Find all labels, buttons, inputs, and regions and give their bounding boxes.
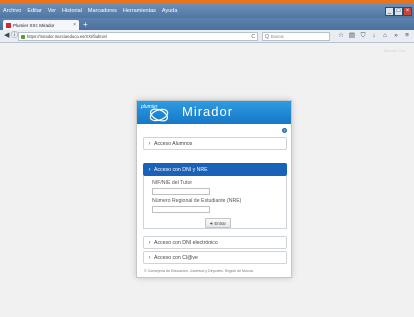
- window-controls: _ □ ×: [385, 7, 412, 16]
- chevron-right-icon: ›: [148, 140, 151, 147]
- accordion-acceso-dni-electronico[interactable]: › Acceso con DNI electrónico: [143, 236, 287, 249]
- browser-tabbar: Plumier XXI: Mirador × +: [0, 18, 414, 30]
- nif-input[interactable]: [152, 188, 210, 195]
- minimize-button[interactable]: _: [385, 7, 394, 16]
- accordion-label: Acceso Alumnos: [154, 140, 193, 147]
- nre-input[interactable]: [152, 206, 210, 213]
- search-placeholder[interactable]: Buscar: [271, 34, 284, 39]
- menu-list: Archivo Editar Ver Historial Marcadores …: [3, 4, 177, 18]
- tab-close-icon[interactable]: ×: [73, 22, 76, 28]
- chevron-right-icon: ›: [148, 239, 151, 246]
- accordion-acceso-alumnos[interactable]: › Acceso Alumnos: [143, 137, 287, 150]
- entrar-button[interactable]: ⎆ Entrar: [205, 218, 231, 228]
- toolbar-icons: ☆ ▤ ⛉ ↓ ⌂ » ≡: [337, 31, 411, 41]
- lock-icon: [21, 34, 25, 39]
- reading-list-icon[interactable]: ▤: [348, 31, 356, 41]
- reload-icon[interactable]: C: [251, 34, 255, 40]
- menu-editar[interactable]: Editar: [27, 8, 41, 14]
- menu-ver[interactable]: Ver: [48, 8, 56, 14]
- tab-mirador[interactable]: Plumier XXI: Mirador ×: [3, 20, 79, 30]
- bookmark-star-icon[interactable]: ☆: [337, 31, 345, 41]
- accordion-acceso-dni-nre[interactable]: › Acceso con DNI y NRE: [143, 163, 287, 176]
- entrar-label: Entrar: [214, 220, 226, 226]
- chevron-right-icon: ›: [148, 254, 151, 261]
- site-info-icon[interactable]: ⓘ: [11, 31, 18, 41]
- copyright-footer: © Consejería de Educación, Juventud y De…: [144, 269, 253, 273]
- browser-navbar: ◀ ⓘ https://mirador.murciaeduca.es/XXI/f…: [0, 30, 414, 43]
- card-header: plumier Mirador: [137, 101, 291, 124]
- menu-marcadores[interactable]: Marcadores: [88, 8, 117, 14]
- chevron-right-icon: ›: [148, 166, 151, 173]
- back-arrow-icon[interactable]: ◀: [4, 31, 9, 41]
- download-icon[interactable]: ↓: [370, 31, 378, 41]
- maximize-button[interactable]: □: [394, 7, 403, 16]
- new-tab-button[interactable]: +: [83, 20, 88, 29]
- url-bar[interactable]: https://mirador.murciaeduca.es/XXI/fadmi…: [18, 32, 258, 41]
- accordion-label: Acceso con DNI y NRE: [154, 166, 208, 173]
- overflow-icon[interactable]: »: [392, 31, 400, 41]
- accordion-label: Acceso con DNI electrónico: [154, 239, 218, 246]
- nif-label: NIF/NIE del Tutor: [152, 180, 193, 186]
- page-title: Mirador: [182, 104, 234, 119]
- page-content: Mirador Cla... plumier Mirador ? › Acces…: [0, 43, 414, 317]
- hamburger-menu-icon[interactable]: ≡: [403, 31, 411, 41]
- accordion-label: Acceso con Cl@ve: [154, 254, 198, 261]
- logo-text: plumier: [141, 104, 158, 110]
- home-icon[interactable]: ⌂: [381, 31, 389, 41]
- close-window-button[interactable]: ×: [403, 7, 412, 16]
- menu-archivo[interactable]: Archivo: [3, 8, 21, 14]
- dni-nre-form-panel: NIF/NIE del Tutor Número Regional de Est…: [143, 176, 287, 229]
- menu-ayuda[interactable]: Ayuda: [162, 8, 178, 14]
- menu-herramientas[interactable]: Herramientas: [123, 8, 156, 14]
- browser-menubar: Archivo Editar Ver Historial Marcadores …: [0, 4, 414, 18]
- tab-title: Plumier XXI: Mirador: [13, 22, 55, 28]
- login-card: plumier Mirador ? › Acceso Alumnos › Acc…: [136, 100, 292, 278]
- nre-label: Número Regional de Estudiante (NRE): [152, 198, 242, 204]
- url-text[interactable]: https://mirador.murciaeduca.es/XXI/fadmi…: [27, 34, 251, 39]
- favicon-icon: [6, 22, 11, 28]
- accordion-acceso-clave[interactable]: › Acceso con Cl@ve: [143, 251, 287, 264]
- menu-historial[interactable]: Historial: [62, 8, 82, 14]
- plumier-logo: plumier: [140, 103, 174, 123]
- search-icon: Q: [265, 33, 269, 40]
- help-icon[interactable]: ?: [282, 128, 287, 133]
- pocket-icon[interactable]: ⛉: [359, 31, 367, 41]
- login-icon: ⎆: [210, 220, 214, 226]
- search-bar[interactable]: Q Buscar: [262, 32, 330, 41]
- faint-header-link[interactable]: Mirador Cla...: [384, 48, 408, 53]
